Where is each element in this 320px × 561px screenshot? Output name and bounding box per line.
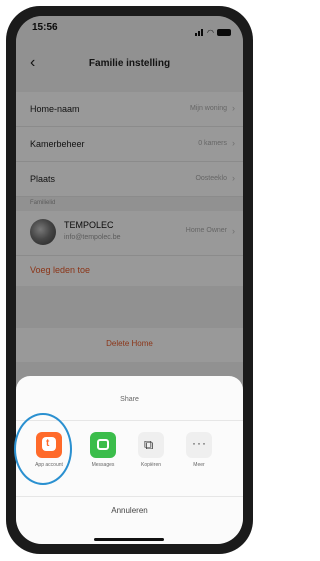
messages-icon [90, 432, 116, 458]
more-icon: ··· [186, 432, 212, 458]
share-sheet-title: Share [120, 396, 139, 403]
divider [16, 496, 243, 497]
highlight-circle [14, 413, 72, 485]
share-more[interactable]: ··· Meer [178, 428, 218, 480]
share-label: Messages [91, 462, 115, 468]
home-indicator[interactable] [94, 538, 164, 541]
share-label: Meer [193, 462, 205, 468]
share-label: Kopiëren [140, 462, 161, 468]
copy-icon: ⧉ [138, 432, 164, 458]
cancel-button[interactable]: Annuleren [16, 506, 243, 515]
share-copy[interactable]: ⧉ Kopiëren [130, 428, 170, 480]
share-messages[interactable]: Messages [82, 428, 122, 480]
